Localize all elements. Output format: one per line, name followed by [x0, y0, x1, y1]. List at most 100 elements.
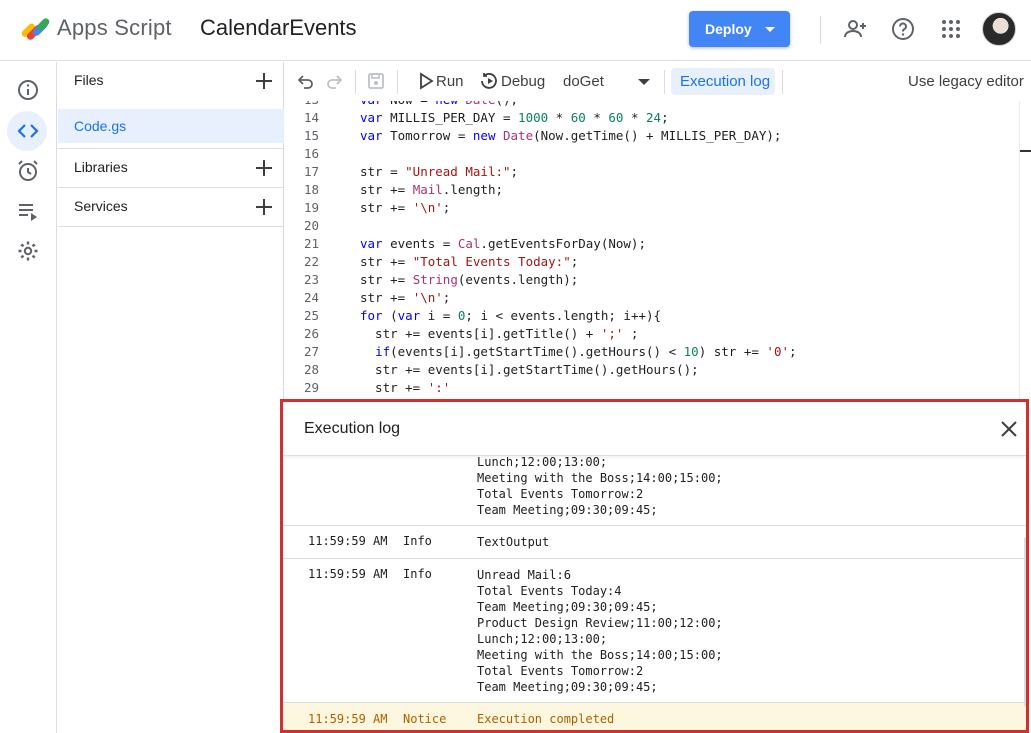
- function-select[interactable]: doGet: [563, 73, 604, 90]
- apps-grid-icon[interactable]: [939, 17, 963, 41]
- code-text[interactable]: str += events[i].getTitle() + ';' ;: [360, 326, 638, 341]
- help-icon[interactable]: [891, 17, 915, 41]
- line-number: 20: [303, 218, 319, 233]
- debug-button[interactable]: Debug: [501, 73, 545, 90]
- editor-toolbar: Run Debug doGet Execution log Use legacy…: [285, 62, 1031, 101]
- divider: [355, 70, 356, 94]
- editor-scroll-marker: [1020, 150, 1031, 152]
- code-line[interactable]: 26 str += events[i].getTitle() + ';' ;: [285, 326, 1019, 344]
- divider: [664, 70, 665, 94]
- code-line[interactable]: 15 var Tomorrow = new Date(Now.getTime() …: [285, 128, 1019, 146]
- close-icon[interactable]: [1000, 420, 1018, 438]
- log-level: Info: [403, 534, 432, 548]
- divider: [58, 226, 284, 227]
- execution-log-panel: Execution log Lunch;12:00;13:00; Meeting…: [280, 399, 1029, 733]
- code-text[interactable]: for (var i = 0; i < events.length; i++){: [360, 308, 661, 323]
- log-message: Execution completed: [477, 712, 615, 726]
- apps-script-logo[interactable]: [18, 13, 52, 43]
- files-label: Files: [74, 72, 104, 88]
- add-library-icon[interactable]: [256, 160, 272, 176]
- app-name[interactable]: Apps Script: [57, 15, 172, 41]
- account-avatar[interactable]: [982, 12, 1016, 46]
- log-scrollbar[interactable]: [1024, 537, 1026, 707]
- code-line[interactable]: 22 str += "Total Events Today:";: [285, 254, 1019, 272]
- code-text[interactable]: var events = Cal.getEventsForDay(Now);: [360, 236, 646, 251]
- code-line[interactable]: 20: [285, 218, 1019, 236]
- code-line[interactable]: 14 var MILLIS_PER_DAY = 1000 * 60 * 60 * …: [285, 110, 1019, 128]
- code-text[interactable]: var Now = new Date();: [360, 101, 518, 107]
- libraries-section-header: Libraries: [58, 159, 284, 183]
- services-label: Services: [74, 198, 128, 214]
- triggers-alarm-icon[interactable]: [16, 159, 40, 183]
- overview-info-icon[interactable]: [16, 78, 40, 102]
- execution-log-button[interactable]: Execution log: [671, 68, 775, 95]
- execution-log-header: Execution log: [283, 402, 1026, 456]
- execution-log-label: Execution log: [680, 73, 771, 90]
- divider: [58, 187, 284, 188]
- code-line[interactable]: 17 str = "Unread Mail:";: [285, 164, 1019, 182]
- code-text[interactable]: str += '\n';: [360, 200, 450, 215]
- debug-icon[interactable]: [479, 71, 499, 91]
- run-play-icon[interactable]: [416, 71, 436, 91]
- log-message: Lunch;12:00;13:00; Meeting with the Boss…: [477, 457, 723, 517]
- code-line[interactable]: 19 str += '\n';: [285, 200, 1019, 218]
- left-nav-rail: [0, 62, 57, 733]
- files-panel: Files Code.gs Libraries Services: [58, 62, 284, 733]
- executions-list-icon[interactable]: [16, 199, 40, 223]
- file-name: Code.gs: [74, 118, 127, 134]
- code-text[interactable]: if(events[i].getStartTime().getHours() <…: [360, 344, 796, 359]
- line-number: 29: [303, 380, 319, 395]
- code-text[interactable]: var Tomorrow = new Date(Now.getTime() + …: [360, 128, 781, 143]
- code-line[interactable]: 16: [285, 146, 1019, 164]
- redo-icon[interactable]: [324, 71, 344, 91]
- add-file-icon[interactable]: [256, 73, 272, 89]
- code-text[interactable]: str += ':': [360, 380, 450, 395]
- code-line[interactable]: 23 str += String(events.length);: [285, 272, 1019, 290]
- code-line[interactable]: 28 str += events[i].getStartTime().getHo…: [285, 362, 1019, 380]
- files-section-header: Files: [58, 72, 284, 96]
- code-line[interactable]: 21 var events = Cal.getEventsForDay(Now);: [285, 236, 1019, 254]
- code-text[interactable]: str += String(events.length);: [360, 272, 578, 287]
- code-text[interactable]: str += '\n';: [360, 290, 450, 305]
- code-line[interactable]: 24 str += '\n';: [285, 290, 1019, 308]
- add-service-icon[interactable]: [256, 199, 272, 215]
- log-message: TextOutput: [477, 535, 550, 549]
- editor-scrollbar-track[interactable]: [1019, 101, 1020, 401]
- divider: [397, 70, 398, 94]
- code-line[interactable]: 25 for (var i = 0; i < events.length; i++…: [285, 308, 1019, 326]
- top-app-bar: Apps Script CalendarEvents Deploy: [0, 0, 1031, 61]
- code-text[interactable]: str = "Unread Mail:";: [360, 164, 518, 179]
- line-number: 18: [303, 182, 319, 197]
- execution-log-title: Execution log: [304, 420, 401, 437]
- run-button[interactable]: Run: [436, 73, 464, 90]
- line-number: 17: [303, 164, 319, 179]
- code-editor[interactable]: 13 var Now = new Date(); 14 var MILLIS_PER_…: [285, 101, 1019, 401]
- undo-icon[interactable]: [296, 71, 316, 91]
- log-level: Info: [403, 567, 432, 581]
- code-line[interactable]: 13 var Now = new Date();: [285, 101, 1019, 110]
- line-number: 23: [303, 272, 319, 287]
- save-icon[interactable]: [366, 71, 386, 91]
- project-title[interactable]: CalendarEvents: [200, 15, 357, 41]
- code-text[interactable]: str += Mail.length;: [360, 182, 503, 197]
- log-message: Unread Mail:6 Total Events Today:4 Team …: [477, 568, 723, 694]
- code-text[interactable]: str += "Total Events Today:";: [360, 254, 578, 269]
- code-line[interactable]: 18 str += Mail.length;: [285, 182, 1019, 200]
- code-text[interactable]: var MILLIS_PER_DAY = 1000 * 60 * 60 * 24…: [360, 110, 669, 125]
- deploy-button[interactable]: Deploy: [689, 11, 790, 47]
- dropdown-arrow-icon[interactable]: [638, 79, 650, 85]
- file-item-code-gs[interactable]: Code.gs: [58, 109, 284, 143]
- line-number: 13: [285, 101, 319, 107]
- divider: [283, 558, 1026, 559]
- code-text[interactable]: str += events[i].getStartTime().getHours…: [360, 362, 699, 377]
- code-line[interactable]: 29 str += ':': [285, 380, 1019, 398]
- code-line[interactable]: 27 if(events[i].getStartTime().getHours(…: [285, 344, 1019, 362]
- libraries-label: Libraries: [74, 159, 128, 175]
- editor-code-icon[interactable]: [16, 119, 40, 143]
- line-number: 19: [303, 200, 319, 215]
- services-section-header: Services: [58, 198, 284, 222]
- add-person-icon[interactable]: [844, 17, 868, 41]
- settings-gear-icon[interactable]: [16, 239, 40, 263]
- legacy-editor-link[interactable]: Use legacy editor: [908, 73, 1024, 90]
- execution-log-body: Lunch;12:00;13:00; Meeting with the Boss…: [283, 457, 1026, 730]
